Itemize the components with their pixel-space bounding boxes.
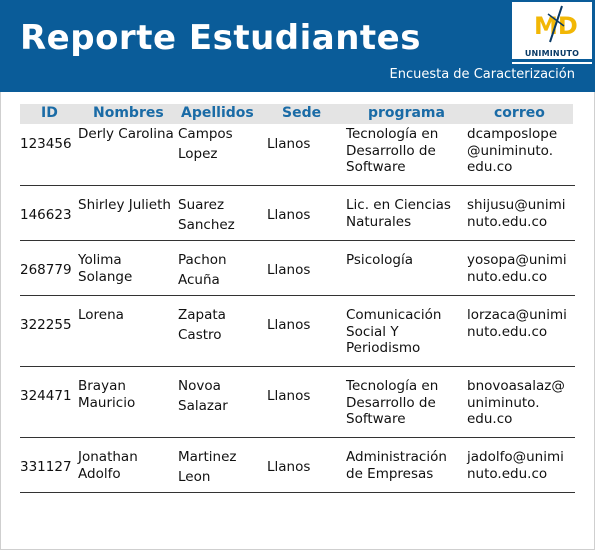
cell-apellidos: Suarez Sanchez — [178, 197, 235, 233]
cell-correo: lorzaca@unimi nuto.edu.co — [467, 307, 567, 340]
cell-sede: Llanos — [267, 317, 311, 333]
cell-id: 123456 — [20, 136, 72, 152]
logo-wordmark: UNIMINUTO — [524, 49, 580, 58]
cell-nombres: Shirley Julieth — [78, 197, 171, 213]
cell-nombres: Yolima Solange — [78, 252, 133, 285]
cell-nombres: Lorena — [78, 307, 124, 323]
column-header-correo: correo — [494, 105, 545, 121]
cell-programa: Psicología — [346, 252, 413, 268]
cell-id: 324471 — [20, 388, 72, 404]
cell-id: 331127 — [20, 459, 72, 475]
cell-programa: Comunicación Social Y Periodismo — [346, 307, 442, 356]
report-header: Reporte Estudiantes Encuesta de Caracter… — [0, 0, 595, 92]
cell-apellidos: Campos Lopez — [178, 126, 233, 162]
cell-sede: Llanos — [267, 388, 311, 404]
cell-apellidos: Zapata Castro — [178, 307, 226, 343]
cell-id: 146623 — [20, 207, 72, 223]
column-header-sede: Sede — [282, 105, 322, 121]
cell-nombres: Brayan Mauricio — [78, 378, 136, 411]
report-subtitle: Encuesta de Caracterización — [389, 67, 576, 82]
column-header-apellidos: Apellidos — [181, 105, 254, 121]
cell-correo: bnovoasalaz@ uniminuto. edu.co — [467, 378, 565, 427]
cell-correo: jadolfo@unimi nuto.edu.co — [467, 449, 564, 482]
table-row: 331127 Jonathan Adolfo Martinez Leon Lla… — [20, 438, 575, 493]
table-row: 268779 Yolima Solange Pachon Acuña Llano… — [20, 241, 575, 296]
cell-nombres: Jonathan Adolfo — [78, 449, 138, 482]
column-header-id: ID — [41, 105, 58, 121]
table-header: ID Nombres Apellidos Sede programa corre… — [20, 104, 573, 124]
cell-programa: Lic. en Ciencias Naturales — [346, 197, 451, 230]
column-header-nombres: Nombres — [93, 105, 164, 121]
table-row: 123456 Derly Carolina Campos Lopez Llano… — [20, 125, 575, 186]
cell-correo: dcamposlope @uniminuto. edu.co — [467, 126, 558, 175]
cell-apellidos: Novoa Salazar — [178, 378, 228, 414]
cell-id: 322255 — [20, 317, 72, 333]
cell-sede: Llanos — [267, 136, 311, 152]
cell-sede: Llanos — [267, 207, 311, 223]
cell-apellidos: Pachon Acuña — [178, 252, 227, 288]
cell-apellidos: Martinez Leon — [178, 449, 237, 485]
cell-nombres: Derly Carolina — [78, 126, 174, 142]
cell-programa: Tecnología en Desarrollo de Software — [346, 378, 439, 427]
cell-sede: Llanos — [267, 459, 311, 475]
table-row: 322255 Lorena Zapata Castro Llanos Comun… — [20, 296, 575, 367]
report-title: Reporte Estudiantes — [20, 18, 421, 58]
cell-correo: yosopa@unimi nuto.edu.co — [467, 252, 567, 285]
cell-sede: Llanos — [267, 262, 311, 278]
column-header-programa: programa — [368, 105, 445, 121]
cell-programa: Tecnología en Desarrollo de Software — [346, 126, 439, 175]
uniminuto-logo: MD UNIMINUTO — [512, 2, 592, 64]
cell-programa: Administración de Empresas — [346, 449, 447, 482]
table-row: 324471 Brayan Mauricio Novoa Salazar Lla… — [20, 367, 575, 438]
cell-correo: shijusu@unimi nuto.edu.co — [467, 197, 566, 230]
table-row: 146623 Shirley Julieth Suarez Sanchez Ll… — [20, 186, 575, 241]
logo-tagline-bar — [512, 59, 592, 62]
cell-id: 268779 — [20, 262, 72, 278]
